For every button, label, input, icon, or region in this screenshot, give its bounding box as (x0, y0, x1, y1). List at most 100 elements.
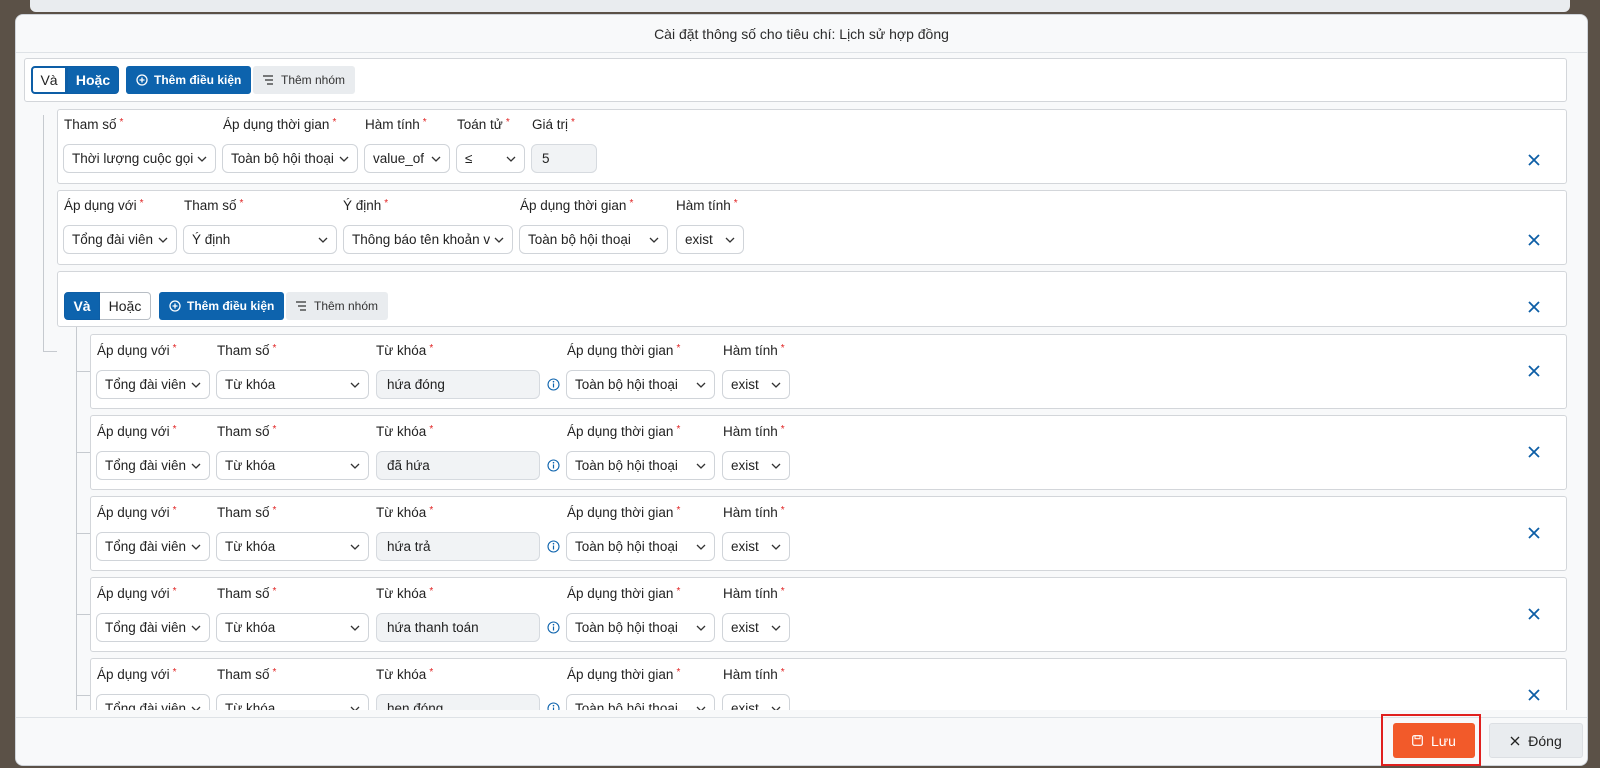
keyword-input[interactable]: hứa đóng (376, 370, 540, 399)
close-icon[interactable] (1527, 607, 1541, 621)
chevron-down-icon (771, 544, 781, 550)
apply-select[interactable]: Tổng đài viên (96, 532, 210, 561)
param-label: Tham số * (217, 505, 277, 520)
info-icon[interactable] (547, 459, 560, 472)
chevron-down-icon (771, 382, 781, 388)
param-select[interactable]: Từ khóa (216, 370, 369, 399)
apply-select[interactable]: Tổng đài viên (96, 451, 210, 480)
info-icon[interactable] (547, 621, 560, 634)
keyword-input[interactable]: hứa thanh toán (376, 613, 540, 642)
close-icon[interactable] (1527, 526, 1541, 540)
intent-label: Ý định * (343, 198, 389, 213)
apply-select[interactable]: Tổng đài viên (63, 225, 177, 254)
tree-line (43, 115, 44, 352)
add-group-label: Thêm nhóm (281, 73, 346, 87)
chevron-down-icon (696, 625, 706, 631)
info-icon[interactable] (547, 702, 560, 710)
param-label: Tham số * (217, 667, 277, 682)
tree-line (76, 533, 90, 534)
save-button[interactable]: Lưu (1393, 723, 1475, 758)
func-select[interactable]: exist (676, 225, 744, 254)
func-select[interactable]: value_of (364, 144, 450, 173)
time-label: Áp dụng thời gian * (567, 343, 681, 358)
time-select[interactable]: Toàn bộ hội thoại (566, 613, 715, 642)
func-select[interactable]: exist (722, 532, 790, 561)
modal-footer (16, 717, 1587, 765)
close-icon[interactable] (1527, 233, 1541, 247)
tree-line (76, 327, 77, 710)
chevron-down-icon (771, 625, 781, 631)
time-label: Áp dụng thời gian * (520, 198, 634, 213)
apply-label: Áp dụng với * (97, 424, 177, 439)
save-label: Lưu (1431, 732, 1456, 749)
root-and-button[interactable]: Và (31, 66, 67, 94)
keyword-input[interactable]: hẹn đóng (376, 694, 540, 710)
param-select[interactable]: Từ khóa (216, 532, 369, 561)
operator-select[interactable]: ≤ (456, 144, 525, 173)
func-select[interactable]: exist (722, 370, 790, 399)
value-input[interactable]: 5 (531, 144, 597, 173)
apply-select[interactable]: Tổng đài viên (96, 370, 210, 399)
time-select[interactable]: Toàn bộ hội thoại (566, 451, 715, 480)
param-select[interactable]: Ý định (183, 225, 337, 254)
param-label: Tham số * (217, 424, 277, 439)
time-select[interactable]: Toàn bộ hội thoại (222, 144, 358, 173)
param-select[interactable]: Từ khóa (216, 613, 369, 642)
param-select[interactable]: Từ khóa (216, 451, 369, 480)
info-icon[interactable] (547, 378, 560, 391)
param-label: Tham số * (217, 343, 277, 358)
sub-add-condition-button[interactable]: Thêm điều kiện (159, 292, 285, 320)
intent-select[interactable]: Thông báo tên khoản v (343, 225, 513, 254)
sub-and-button[interactable]: Và (64, 292, 100, 320)
keyword-input[interactable]: đã hứa (376, 451, 540, 480)
chevron-down-icon (191, 625, 201, 631)
close-icon[interactable] (1527, 300, 1541, 314)
apply-select[interactable]: Tổng đài viên (96, 694, 210, 710)
chevron-down-icon (649, 237, 659, 243)
func-select[interactable]: exist (722, 613, 790, 642)
close-icon[interactable] (1527, 688, 1541, 702)
chevron-down-icon (350, 625, 360, 631)
keyword-label: Từ khóa * (376, 667, 434, 682)
time-select[interactable]: Toàn bộ hội thoại (566, 694, 715, 710)
sub-or-button[interactable]: Hoặc (100, 292, 151, 320)
close-button[interactable]: Đóng (1489, 723, 1583, 758)
root-add-condition-button[interactable]: Thêm điều kiện (126, 66, 252, 94)
chevron-down-icon (191, 544, 201, 550)
close-icon (1510, 736, 1520, 745)
tree-line (76, 371, 90, 372)
close-icon[interactable] (1527, 445, 1541, 459)
close-icon[interactable] (1527, 364, 1541, 378)
func-label: Hàm tính * (723, 586, 785, 601)
param-select[interactable]: Từ khóa (216, 694, 369, 710)
info-icon[interactable] (547, 540, 560, 553)
func-label: Hàm tính * (676, 198, 738, 213)
time-select[interactable]: Toàn bộ hội thoại (566, 532, 715, 561)
func-select[interactable]: exist (722, 451, 790, 480)
root-or-button[interactable]: Hoặc (67, 66, 119, 94)
time-label: Áp dụng thời gian * (567, 586, 681, 601)
plus-circle-icon (136, 74, 148, 86)
apply-select[interactable]: Tổng đài viên (96, 613, 210, 642)
keyword-input[interactable]: hứa trả (376, 532, 540, 561)
time-select[interactable]: Toàn bộ hội thoại (519, 225, 668, 254)
chevron-down-icon (771, 463, 781, 469)
apply-label: Áp dụng với * (97, 343, 177, 358)
keyword-label: Từ khóa * (376, 505, 434, 520)
func-label: Hàm tính * (723, 424, 785, 439)
list-icon (296, 301, 306, 311)
time-select[interactable]: Toàn bộ hội thoại (566, 370, 715, 399)
close-icon[interactable] (1527, 153, 1541, 167)
func-select[interactable]: exist (722, 694, 790, 710)
root-add-group-button[interactable]: Thêm nhóm (253, 66, 356, 94)
modal-body: Và Hoặc Thêm điều kiện Thêm nhóm Tham số… (16, 53, 1587, 710)
sub-logic-toggle: Và Hoặc (64, 292, 151, 320)
chevron-down-icon (725, 237, 735, 243)
keyword-label: Từ khóa * (376, 343, 434, 358)
param-select[interactable]: Thời lượng cuộc gọi (63, 144, 216, 173)
time-label: Áp dụng thời gian * (567, 667, 681, 682)
sub-add-group-button[interactable]: Thêm nhóm (286, 292, 389, 320)
operator-label: Toán tử * (457, 117, 510, 132)
list-icon (263, 75, 273, 85)
chevron-down-icon (350, 706, 360, 710)
